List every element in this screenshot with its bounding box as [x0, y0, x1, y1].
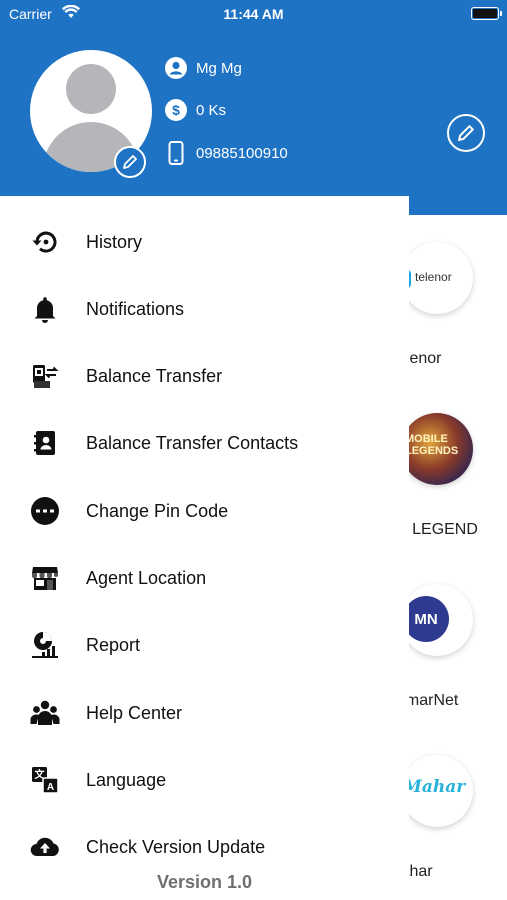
- menu-item-check-version-update[interactable]: Check Version Update: [0, 821, 409, 873]
- service-label: nmarNet: [397, 692, 459, 709]
- service-label: elenor: [397, 350, 442, 367]
- status-bar: Carrier 11:44 AM: [0, 0, 507, 28]
- svg-text:$: $: [172, 102, 180, 118]
- svg-text:A: A: [47, 782, 54, 793]
- menu-item-balance-transfer[interactable]: Balance Transfer: [0, 350, 409, 402]
- menu-label: Balance Transfer: [86, 365, 223, 386]
- menu-label: Report: [86, 634, 141, 655]
- edit-avatar-button[interactable]: [114, 146, 146, 178]
- transfer-icon: [30, 361, 60, 391]
- mahar-logo: Mahar: [401, 755, 473, 827]
- translate-icon: 文A: [30, 765, 60, 795]
- edit-profile-button[interactable]: [447, 114, 485, 152]
- app-version-label: Version 1.0: [156, 872, 253, 892]
- myanmarnet-logo: MN: [401, 584, 473, 656]
- report-chart-icon: [30, 630, 60, 660]
- battery-icon: [471, 7, 502, 20]
- menu-label: Balance Transfer Contacts: [86, 432, 299, 453]
- profile-balance-row: $ 0 Ks: [165, 99, 226, 121]
- dollar-icon: $: [165, 99, 187, 121]
- pencil-icon: [123, 155, 137, 169]
- background-services-list: telenor elenor MOBILE LEGENDS E LEGEND M…: [397, 215, 507, 900]
- store-icon: [30, 563, 60, 593]
- menu-item-change-pin-code[interactable]: Change Pin Code: [0, 485, 409, 537]
- menu-item-balance-transfer-contacts[interactable]: Balance Transfer Contacts: [0, 417, 409, 469]
- menu-label: Notifications: [86, 298, 185, 319]
- menu-label: Agent Location: [86, 567, 207, 588]
- avatar-head-shape: [66, 64, 116, 114]
- phone-icon: [165, 141, 187, 165]
- profile-balance: 0 Ks: [196, 101, 227, 119]
- menu-item-help-center[interactable]: Help Center: [0, 687, 409, 739]
- profile-name-row: Mg Mg: [165, 57, 242, 79]
- pencil-icon: [458, 125, 474, 141]
- profile-name: Mg Mg: [196, 59, 242, 77]
- service-label: E LEGEND: [397, 521, 478, 538]
- svg-text:文: 文: [35, 768, 46, 781]
- menu-item-report[interactable]: Report: [0, 619, 409, 671]
- contacts-book-icon: [30, 428, 60, 458]
- profile-phone-row: 09885100910: [165, 141, 288, 165]
- menu-item-language[interactable]: 文A Language: [0, 754, 409, 806]
- pin-code-icon: [30, 496, 60, 526]
- side-drawer-menu: History Notifications Balance Transfer B…: [0, 196, 409, 900]
- menu-label: Check Version Update: [86, 836, 266, 857]
- group-users-icon: [30, 698, 60, 728]
- cloud-upload-icon: [30, 832, 60, 862]
- telenor-logo: telenor: [401, 242, 473, 314]
- menu-item-history[interactable]: History: [0, 216, 409, 268]
- clock: 11:44 AM: [223, 6, 284, 22]
- profile-phone: 09885100910: [196, 144, 288, 162]
- mobile-legends-logo: MOBILE LEGENDS: [401, 413, 473, 485]
- history-icon: [30, 227, 60, 257]
- menu-label: Help Center: [86, 702, 183, 723]
- menu-label: History: [86, 231, 143, 252]
- service-label: lahar: [397, 863, 433, 880]
- menu-item-notifications[interactable]: Notifications: [0, 283, 409, 335]
- menu-label: Change Pin Code: [86, 500, 229, 521]
- menu-item-agent-location[interactable]: Agent Location: [0, 552, 409, 604]
- profile-header: Mg Mg $ 0 Ks 09885100910: [0, 28, 507, 215]
- user-icon: [165, 57, 187, 79]
- bell-icon: [30, 294, 60, 324]
- menu-label: Language: [86, 769, 167, 790]
